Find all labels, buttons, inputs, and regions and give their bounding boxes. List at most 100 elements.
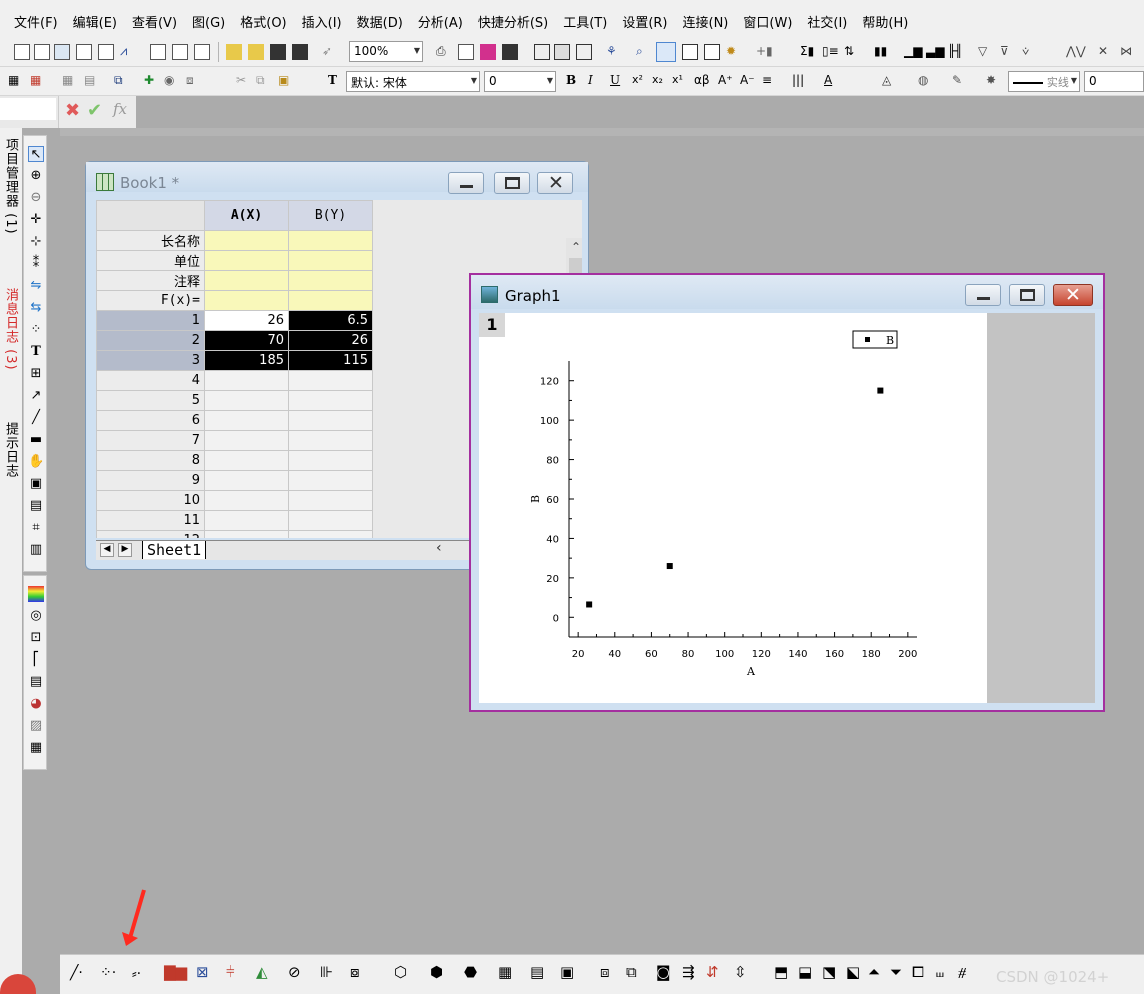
sup-sub-icon[interactable]: x¹: [672, 73, 688, 89]
find-icon[interactable]: ⌕: [636, 44, 652, 60]
arrange-5-icon[interactable]: ⏶: [868, 963, 880, 981]
row-header[interactable]: 5: [96, 390, 205, 411]
data-cell[interactable]: [204, 510, 289, 531]
line-symbol-icon[interactable]: ⸗·: [132, 965, 141, 982]
bold-icon[interactable]: B: [566, 73, 582, 89]
print-icon[interactable]: ⎙: [436, 44, 452, 60]
dial-icon[interactable]: ◎: [28, 608, 44, 624]
increase-font-icon[interactable]: A⁺: [718, 73, 734, 89]
data-cell[interactable]: 26: [288, 330, 373, 351]
histogram-icon[interactable]: ▁▆: [904, 44, 922, 60]
new-function-icon[interactable]: [194, 44, 210, 60]
meta-row-header[interactable]: 注释: [96, 270, 205, 291]
fill-color-icon[interactable]: ◬: [882, 73, 898, 89]
copy-icon[interactable]: ⧉: [256, 73, 272, 89]
data-cell[interactable]: [204, 450, 289, 471]
results-log-icon[interactable]: [576, 44, 592, 60]
box-chart-icon[interactable]: ╟╢: [948, 44, 964, 60]
arrange-1-icon[interactable]: ⬒: [774, 963, 788, 981]
import-icon[interactable]: ▦: [62, 73, 78, 89]
last-icon[interactable]: ⋈: [1120, 44, 1136, 60]
message-log-tab[interactable]: 消息日志 (3): [1, 288, 19, 371]
rescale-icon[interactable]: ◉: [164, 73, 180, 89]
draw-data-icon[interactable]: ⁘: [28, 322, 44, 338]
project-explorer-icon[interactable]: ⚘: [606, 44, 622, 60]
row-header[interactable]: 1: [96, 310, 205, 331]
data-display-icon[interactable]: [682, 44, 698, 60]
3d-bars-icon[interactable]: ⬢: [430, 963, 443, 981]
filter-icon[interactable]: ▽: [978, 44, 994, 60]
open-folder-icon[interactable]: [226, 44, 242, 60]
extract-icon[interactable]: ⧉: [626, 963, 637, 981]
meta-cell[interactable]: [204, 270, 289, 291]
add-columns-icon[interactable]: ▦: [8, 73, 24, 89]
meta-cell[interactable]: [204, 230, 289, 251]
zoom-tool-icon[interactable]: [656, 42, 676, 62]
menu-item[interactable]: 编辑(E): [73, 12, 117, 31]
new-project-icon[interactable]: [14, 44, 30, 60]
new-layout-icon[interactable]: [150, 44, 166, 60]
line-tool-icon[interactable]: ╱: [28, 410, 44, 426]
scatter-chart[interactable]: 20 40 60 80 100 120 140 160 180 200 0 20 40 60 80 100 12…: [479, 313, 987, 703]
filter-settings-icon[interactable]: ⩒: [1022, 44, 1038, 60]
menu-item[interactable]: 窗口(W): [743, 12, 792, 31]
italic-icon[interactable]: I: [588, 73, 604, 89]
font-size-dropdown[interactable]: 0 ▼: [484, 71, 556, 92]
script-window-icon[interactable]: [534, 44, 550, 60]
align-icon[interactable]: ≡: [762, 73, 778, 89]
insert-info-icon[interactable]: ◕: [28, 696, 44, 712]
cancel-icon[interactable]: ✖: [65, 100, 80, 121]
insert-graph-icon[interactable]: ▥: [28, 542, 44, 558]
heatmap-icon[interactable]: ▤: [530, 963, 544, 981]
column-header[interactable]: B(Y): [288, 200, 373, 231]
new-file-icon[interactable]: [34, 44, 50, 60]
superscript-icon[interactable]: x²: [632, 73, 648, 89]
print-preview-icon[interactable]: [458, 44, 474, 60]
area-plot-icon[interactable]: ◭: [256, 963, 268, 981]
data-cell[interactable]: [204, 530, 289, 538]
corner-cell[interactable]: [96, 200, 205, 231]
arrange-4-icon[interactable]: ⬕: [846, 963, 860, 981]
menu-item[interactable]: 格式(O): [240, 12, 286, 31]
font-color-icon[interactable]: A: [824, 73, 840, 89]
data-cell[interactable]: 115: [288, 350, 373, 371]
row-header[interactable]: 8: [96, 450, 205, 471]
data-cell[interactable]: [288, 530, 373, 538]
meta-row-header[interactable]: F(x)=: [96, 290, 205, 311]
maximize-button[interactable]: [1009, 284, 1045, 306]
peak-icon[interactable]: ⋀⋁: [1066, 44, 1086, 60]
row-header[interactable]: 7: [96, 430, 205, 451]
merge-graph-icon[interactable]: ⧈: [600, 963, 610, 981]
minimize-button[interactable]: [965, 284, 1001, 306]
menu-item[interactable]: 文件(F): [14, 12, 58, 31]
stock-plot-icon[interactable]: ⊪: [320, 963, 333, 981]
arrange-6-icon[interactable]: ⏷: [890, 963, 902, 981]
insert-table-icon[interactable]: ▦: [30, 73, 46, 89]
row-header[interactable]: 12: [96, 530, 205, 538]
data-cell[interactable]: [204, 370, 289, 391]
menu-item[interactable]: 社交(I): [807, 12, 847, 31]
new-workbook-icon[interactable]: [54, 44, 70, 60]
line-width-dropdown[interactable]: 0: [1084, 71, 1144, 92]
sort-icon[interactable]: ▯≡: [822, 44, 839, 60]
cell-reference-input[interactable]: [0, 98, 56, 120]
align-h-icon[interactable]: ⇶: [682, 963, 695, 981]
data-cell[interactable]: [288, 450, 373, 471]
sort-arrows-icon[interactable]: ⇅: [844, 44, 860, 60]
data-cell[interactable]: [288, 490, 373, 511]
meta-cell[interactable]: [288, 290, 373, 311]
menu-item[interactable]: 查看(V): [132, 12, 177, 31]
statistics-plot-icon[interactable]: ⫩: [226, 963, 235, 981]
row-header[interactable]: 3: [96, 350, 205, 371]
arrow-tool-icon[interactable]: ↗: [28, 388, 44, 404]
scatter-plot-icon[interactable]: ⁘·: [100, 965, 116, 981]
graph-window[interactable]: Graph1 ✕ 1 20 40 60 80 100 120 140 160 180 200 0 20…: [469, 273, 1105, 712]
meta-cell[interactable]: [288, 230, 373, 251]
object-edit-icon[interactable]: ⌗: [28, 520, 44, 536]
meta-cell[interactable]: [288, 270, 373, 291]
minimize-button[interactable]: [448, 172, 484, 194]
hscroll-left-icon[interactable]: ‹: [436, 540, 456, 560]
row-header[interactable]: 6: [96, 410, 205, 431]
layer-manage-icon[interactable]: ⧉: [114, 73, 130, 89]
arrange-9-icon[interactable]: ⧣: [958, 963, 966, 981]
